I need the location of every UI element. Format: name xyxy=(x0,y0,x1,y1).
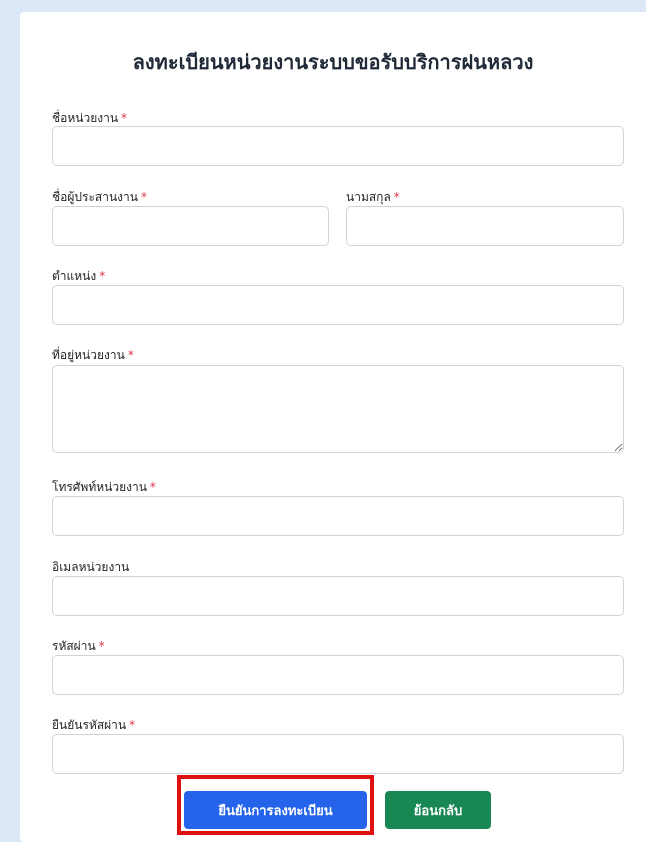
address-label-text: ที่อยู่หน่วยงาน xyxy=(52,348,125,362)
password-input[interactable] xyxy=(52,655,624,695)
required-marker: * xyxy=(393,190,400,204)
required-marker: * xyxy=(99,269,106,283)
surname-input[interactable] xyxy=(346,206,624,246)
coordinator-name-label: ชื่อผู้ประสานงาน * xyxy=(52,189,147,205)
email-label: อิเมลหน่วยงาน xyxy=(52,559,129,575)
required-marker: * xyxy=(127,348,134,362)
surname-label-text: นามสกุล xyxy=(346,190,391,204)
coordinator-name-label-text: ชื่อผู้ประสานงาน xyxy=(52,190,138,204)
address-textarea[interactable] xyxy=(52,365,624,453)
org-name-input[interactable] xyxy=(52,126,624,166)
confirm-password-label: ยืนยันรหัสผ่าน * xyxy=(52,717,135,733)
back-button[interactable]: ย้อนกลับ xyxy=(385,791,491,829)
required-marker: * xyxy=(149,480,156,494)
address-label: ที่อยู่หน่วยงาน * xyxy=(52,347,134,363)
confirm-password-label-text: ยืนยันรหัสผ่าน xyxy=(52,718,127,732)
required-marker: * xyxy=(129,718,136,732)
coordinator-name-input[interactable] xyxy=(52,206,329,246)
confirm-password-input[interactable] xyxy=(52,734,624,774)
email-label-text: อิเมลหน่วยงาน xyxy=(52,560,130,574)
page-title: ลงทะเบียนหน่วยงานระบบขอรับบริการฝนหลวง xyxy=(132,50,534,74)
position-input[interactable] xyxy=(52,285,624,325)
required-marker: * xyxy=(121,111,128,125)
phone-input[interactable] xyxy=(52,496,624,536)
org-name-label: ชื่อหน่วยงาน * xyxy=(52,110,127,126)
phone-label: โทรศัพท์หน่วยงาน * xyxy=(52,479,156,495)
password-label: รหัสผ่าน * xyxy=(52,638,105,654)
phone-label-text: โทรศัพท์หน่วยงาน xyxy=(52,480,147,494)
required-marker: * xyxy=(98,639,105,653)
position-label: ตำแหน่ง * xyxy=(52,268,105,284)
email-input[interactable] xyxy=(52,576,624,616)
required-marker: * xyxy=(140,190,147,204)
org-name-label-text: ชื่อหน่วยงาน xyxy=(52,111,119,125)
surname-label: นามสกุล * xyxy=(346,189,400,205)
submit-registration-button[interactable]: ยืนยันการลงทะเบียน xyxy=(184,791,367,829)
position-label-text: ตำแหน่ง xyxy=(52,269,97,283)
password-label-text: รหัสผ่าน xyxy=(52,639,96,653)
